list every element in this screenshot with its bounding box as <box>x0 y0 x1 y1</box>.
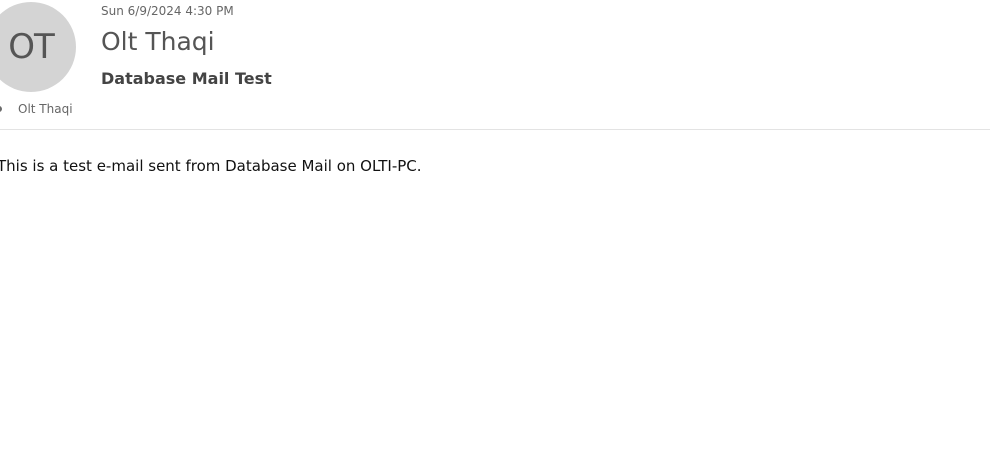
message-body: This is a test e-mail sent from Database… <box>0 157 422 175</box>
recipient-name[interactable]: Olt Thaqi <box>18 102 73 116</box>
sender-avatar[interactable]: OT <box>0 2 76 92</box>
message-timestamp: Sun 6/9/2024 4:30 PM <box>101 4 234 18</box>
header-divider <box>0 129 990 130</box>
presence-dot-icon <box>0 106 2 112</box>
message-reading-pane: OT Sun 6/9/2024 4:30 PM Olt Thaqi Databa… <box>0 0 990 473</box>
avatar-initials: OT <box>8 27 55 67</box>
message-subject: Database Mail Test <box>101 69 272 88</box>
sender-name[interactable]: Olt Thaqi <box>101 27 215 56</box>
